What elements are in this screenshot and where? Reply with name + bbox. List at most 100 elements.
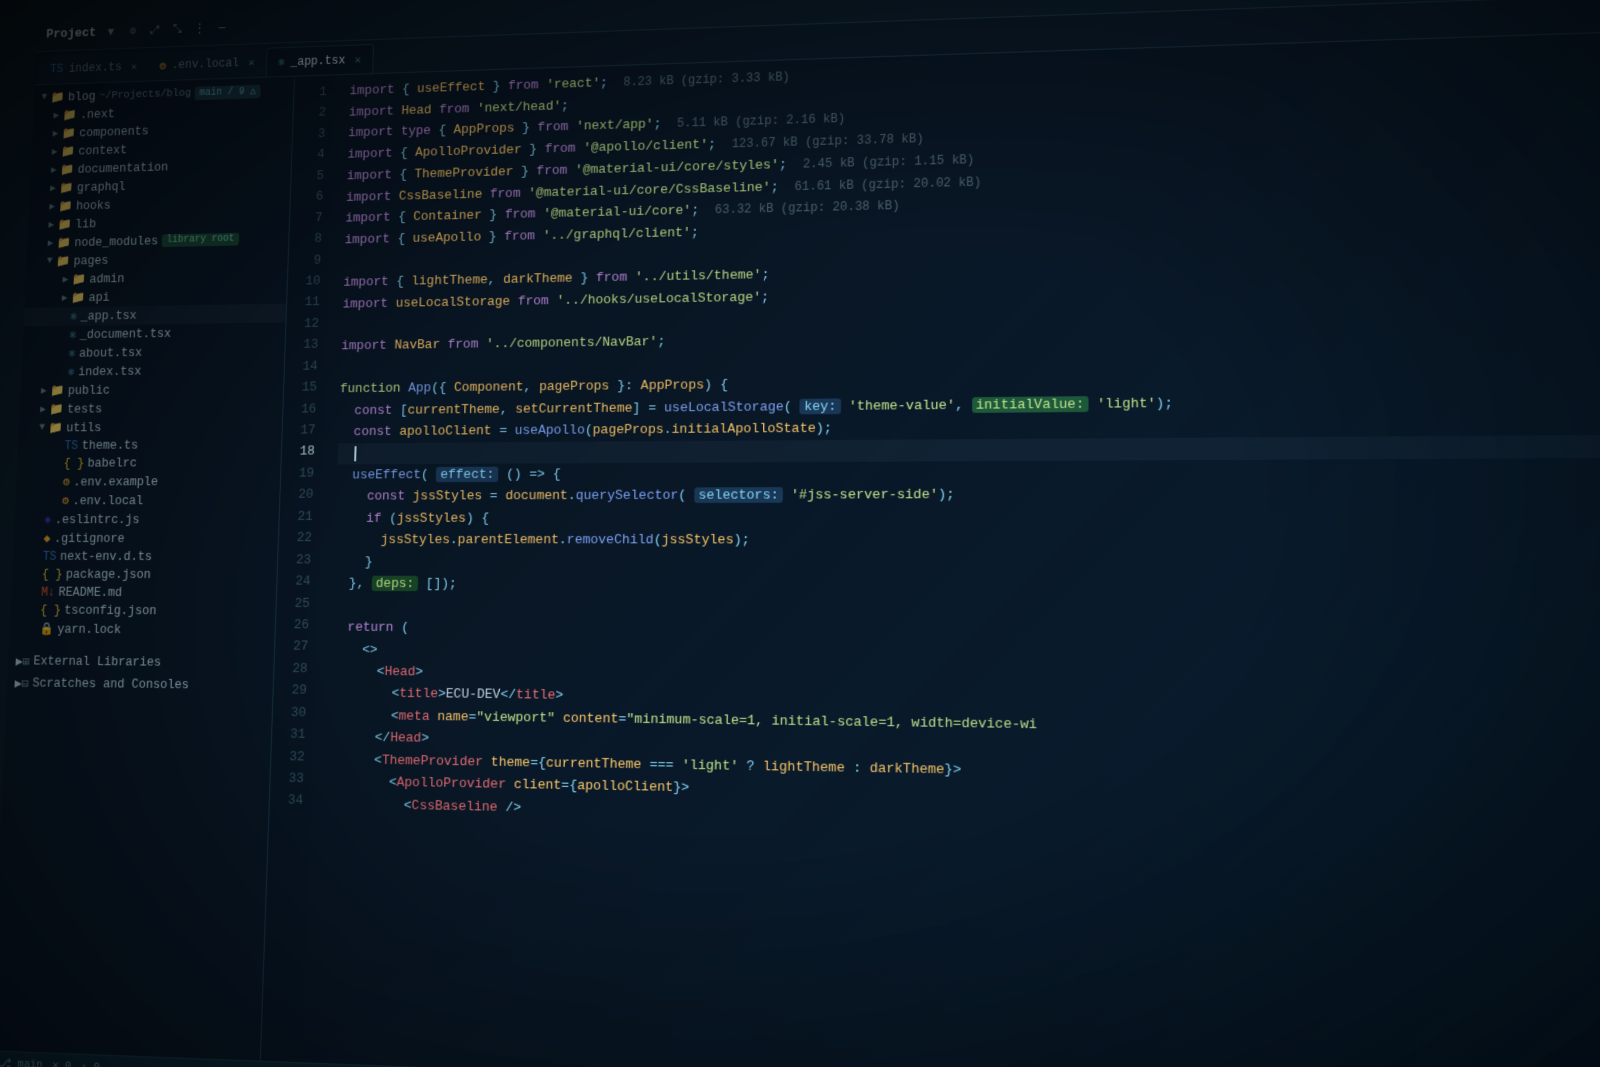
react-file-icon: ⚛ bbox=[278, 55, 285, 70]
branch-badge: main / 9 △ bbox=[195, 84, 261, 100]
document-tsx-label: _document.tsx bbox=[80, 327, 172, 342]
theme-ts-icon: TS bbox=[64, 439, 78, 453]
sidebar-item-theme-ts[interactable]: ▶ TS theme.ts bbox=[18, 436, 282, 456]
context-folder-icon: 📁 bbox=[61, 144, 75, 159]
admin-folder-icon: 📁 bbox=[72, 272, 86, 287]
package-json-icon: { } bbox=[42, 568, 63, 582]
more-icon[interactable]: ⋮ bbox=[192, 21, 208, 37]
scratches-icon: ⊟ bbox=[21, 675, 29, 691]
ide-container: Project ▼ ⊙ ⤢ ⤡ ⋮ — 👤 Add Configuration.… bbox=[0, 0, 1600, 1067]
node-modules-chevron: ▶ bbox=[44, 237, 57, 249]
ln-26: 26 bbox=[276, 614, 310, 636]
tsconfig-label: tsconfig.json bbox=[64, 604, 157, 619]
ext-lib-icon: ⊞ bbox=[22, 653, 30, 669]
sidebar-item-external-libraries[interactable]: ▶ ⊞ External Libraries bbox=[8, 650, 274, 675]
code-editor[interactable]: 1 2 3 4 5 6 7 8 9 10 11 12 13 bbox=[261, 31, 1600, 1067]
ln-12: 12 bbox=[286, 313, 319, 335]
node-modules-label: node_modules bbox=[74, 234, 158, 249]
sidebar-item-next-env-dts[interactable]: ▶ TS next-env.d.ts bbox=[13, 548, 278, 566]
code-line-21: if (jssStyles) { bbox=[335, 505, 1600, 529]
ln-8: 8 bbox=[289, 228, 322, 250]
root-chevron: ▼ bbox=[38, 92, 51, 103]
ln-18: 18 bbox=[282, 441, 316, 463]
ide-transform-wrapper: Project ▼ ⊙ ⤢ ⤡ ⋮ — 👤 Add Configuration.… bbox=[0, 0, 1600, 1067]
env-local-icon: ⚙ bbox=[62, 493, 69, 508]
hooks-chevron: ▶ bbox=[45, 201, 58, 213]
tests-chevron: ▶ bbox=[36, 403, 50, 415]
sidebar-item-scratches[interactable]: ▶ ⊟ Scratches and Consoles bbox=[7, 672, 274, 697]
minimize-icon[interactable]: — bbox=[214, 20, 230, 36]
sidebar-item-env-example[interactable]: ▶ ⚙ .env.example bbox=[16, 472, 280, 492]
tab-env-local[interactable]: ⚙ .env.local ✕ bbox=[148, 48, 267, 81]
ts-file-icon: TS bbox=[50, 63, 64, 77]
ln-13: 13 bbox=[285, 334, 318, 356]
scratches-label: Scratches and Consoles bbox=[32, 676, 189, 692]
eslintrc-icon: ◈ bbox=[44, 512, 51, 527]
expand-icon[interactable]: ⤢ bbox=[147, 22, 162, 38]
project-dropdown-icon[interactable]: ▼ bbox=[103, 24, 118, 40]
external-libraries-label: External Libraries bbox=[33, 654, 161, 669]
tab-app-tsx[interactable]: ⚛ _app.tsx ✕ bbox=[265, 44, 374, 77]
sidebar-item-tests[interactable]: ▶ 📁 tests bbox=[19, 398, 282, 419]
library-root-badge: library root bbox=[162, 233, 240, 247]
ln-11: 11 bbox=[287, 291, 320, 313]
main-content: ▼ 📁 blog ~/Projects/blog main / 9 △ ▶ 📁 … bbox=[0, 31, 1600, 1067]
sidebar-item-yarn-lock[interactable]: ▶ 🔒 yarn.lock bbox=[9, 619, 275, 640]
hooks-folder-icon: 📁 bbox=[58, 199, 72, 214]
sidebar-item-utils[interactable]: ▼ 📁 utils bbox=[19, 417, 283, 438]
collapse-icon[interactable]: ⤡ bbox=[170, 21, 185, 37]
ln-2: 2 bbox=[293, 102, 326, 124]
graphql-label: graphql bbox=[77, 180, 126, 195]
status-branch: ⎇ main bbox=[0, 1055, 43, 1067]
ln-23: 23 bbox=[278, 549, 312, 571]
about-tsx-label: about.tsx bbox=[79, 346, 143, 361]
ln-28: 28 bbox=[274, 657, 308, 679]
status-errors: ✕ 0 bbox=[52, 1057, 72, 1067]
blog-label: blog bbox=[68, 89, 96, 103]
ln-5: 5 bbox=[291, 165, 324, 187]
ln-9: 9 bbox=[288, 249, 321, 271]
tab-close-app-tsx[interactable]: ✕ bbox=[355, 53, 362, 67]
ln-1: 1 bbox=[294, 81, 327, 103]
text-cursor bbox=[354, 446, 356, 461]
public-folder-icon: 📁 bbox=[50, 383, 65, 398]
code-line-20: const jssStyles = document.querySelector… bbox=[336, 481, 1600, 507]
sidebar-item-public[interactable]: ▶ 📁 public bbox=[20, 379, 283, 401]
public-label: public bbox=[68, 383, 111, 397]
project-label[interactable]: Project bbox=[46, 25, 97, 41]
readme-label: README.md bbox=[58, 586, 122, 600]
tab-close-env-local[interactable]: ✕ bbox=[248, 56, 255, 70]
tab-index-ts[interactable]: TS index.ts ✕ bbox=[39, 52, 149, 84]
utils-label: utils bbox=[66, 421, 102, 435]
settings-icon[interactable]: ⊙ bbox=[125, 23, 140, 39]
api-folder-icon: 📁 bbox=[71, 290, 85, 305]
sidebar-item-gitignore[interactable]: ▶ ◆ .gitignore bbox=[13, 529, 278, 548]
lib-chevron: ▶ bbox=[45, 219, 58, 231]
ln-7: 7 bbox=[290, 207, 323, 229]
admin-label: admin bbox=[89, 272, 124, 286]
sidebar-item-env-local[interactable]: ▶ ⚙ .env.local bbox=[15, 491, 279, 511]
sidebar-item-eslintrc[interactable]: ▶ ◈ .eslintrc.js bbox=[14, 510, 279, 529]
tests-folder-icon: 📁 bbox=[49, 402, 64, 417]
sidebar-item-tsconfig[interactable]: ▶ { } tsconfig.json bbox=[10, 601, 276, 621]
lib-label: lib bbox=[75, 217, 96, 231]
env-example-label: .env.example bbox=[73, 475, 158, 489]
gitignore-icon: ◆ bbox=[43, 531, 50, 546]
components-chevron: ▶ bbox=[49, 128, 62, 140]
documentation-label: documentation bbox=[77, 160, 168, 176]
document-tsx-icon: ⚛ bbox=[69, 327, 76, 342]
status-warnings: ⚠ 0 bbox=[80, 1058, 100, 1067]
sidebar-item-package-json[interactable]: ▶ { } package.json bbox=[12, 566, 277, 585]
public-chevron: ▶ bbox=[37, 385, 50, 397]
tsconfig-icon: { } bbox=[40, 604, 61, 618]
ln-21: 21 bbox=[279, 506, 313, 528]
sidebar-item-babelrc[interactable]: ▶ { } babelrc bbox=[17, 454, 281, 473]
tab-close-index-ts[interactable]: ✕ bbox=[131, 60, 138, 74]
gitignore-label: .gitignore bbox=[54, 532, 125, 546]
graphql-folder-icon: 📁 bbox=[59, 181, 73, 196]
lib-folder-icon: 📁 bbox=[57, 217, 71, 232]
hooks-label: hooks bbox=[76, 198, 111, 212]
ln-15: 15 bbox=[284, 377, 317, 399]
pages-chevron: ▼ bbox=[43, 256, 56, 267]
sidebar-item-readme[interactable]: ▶ M↓ README.md bbox=[11, 584, 276, 603]
